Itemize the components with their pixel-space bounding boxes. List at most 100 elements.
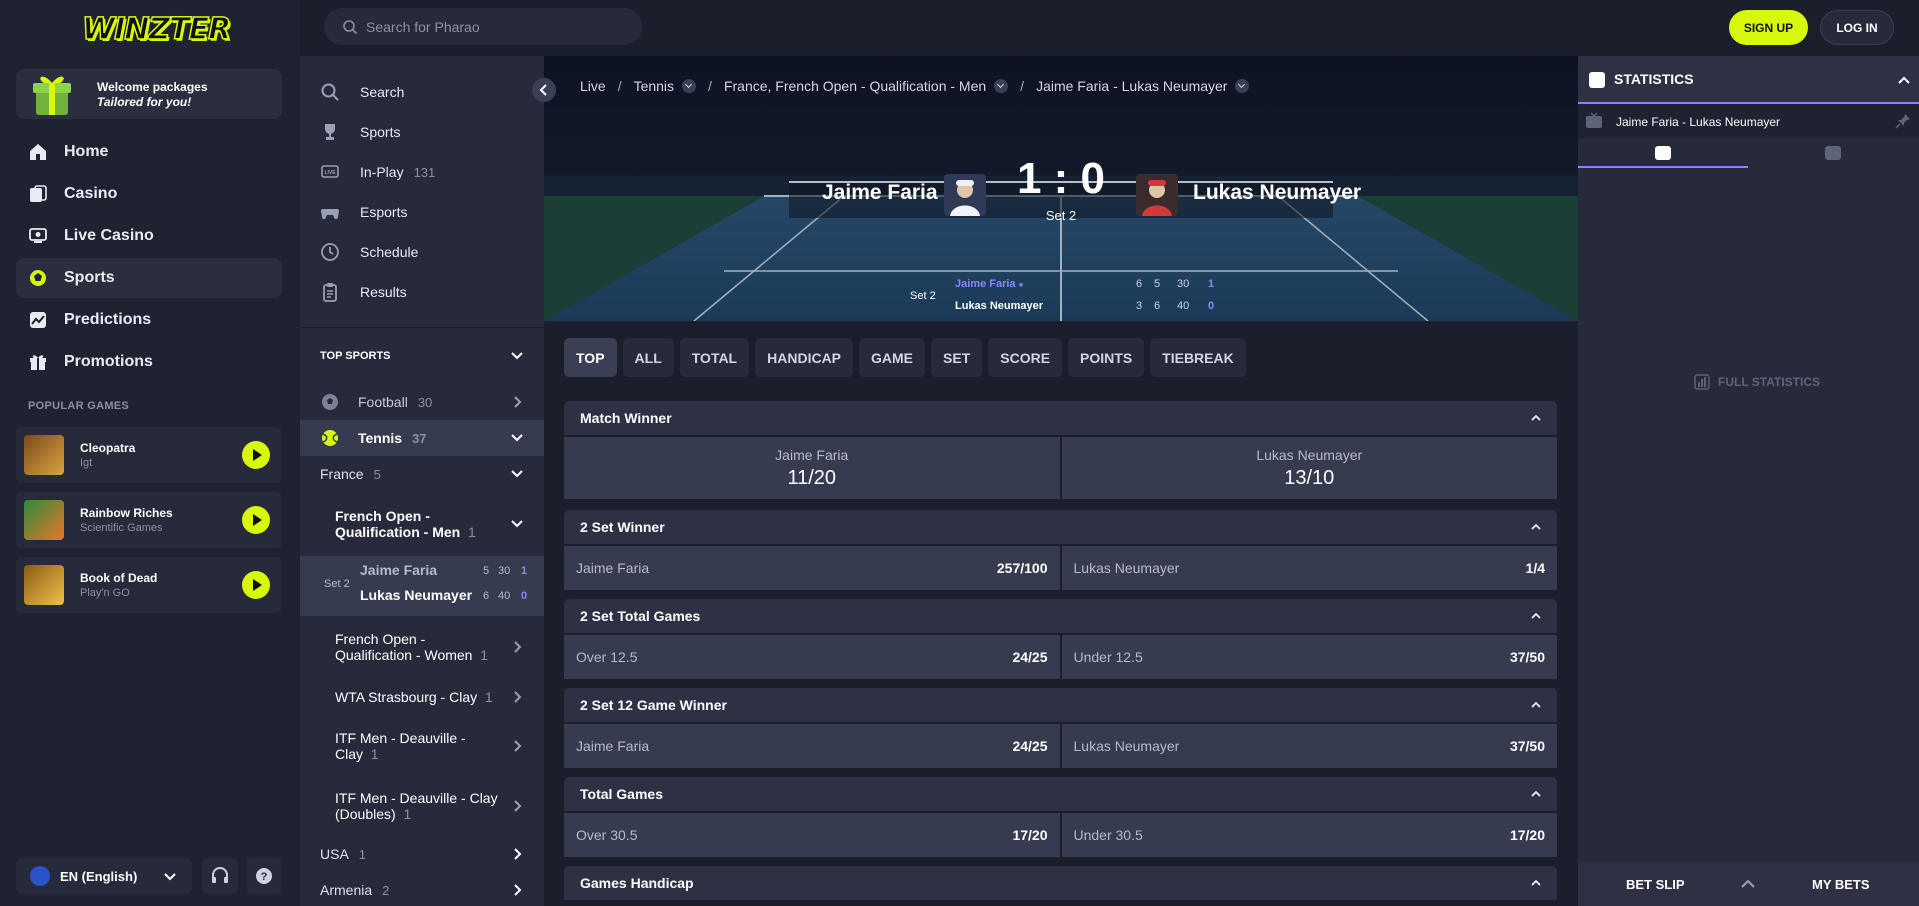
market-row: Jaime Faria 11/20 Lukas Neumayer 13/10 — [564, 437, 1557, 499]
odds-button[interactable]: Lukas Neumayer 37/50 — [1061, 724, 1557, 768]
play-button[interactable] — [242, 506, 270, 534]
live-match-item[interactable]: Set 2 Jaime Faria Lukas Neumayer 5 30 1 … — [300, 556, 544, 616]
market-header[interactable]: 2 Set Winner — [564, 510, 1557, 544]
global-search[interactable] — [324, 8, 642, 45]
odds-button[interactable]: Jaime Faria 257/100 — [564, 546, 1060, 590]
bet-slip-tab[interactable]: BET SLIP — [1626, 877, 1685, 892]
odds-button[interactable]: Over 12.5 24/25 — [564, 635, 1060, 679]
my-bets-tab[interactable]: MY BETS — [1812, 877, 1870, 892]
play-button[interactable] — [242, 441, 270, 469]
odds-button[interactable]: Lukas Neumayer 1/4 — [1061, 546, 1557, 590]
tab-all[interactable]: ALL — [622, 338, 674, 377]
nav-predictions[interactable]: Predictions — [16, 300, 282, 340]
tab-tiebreak[interactable]: TIEBREAK — [1150, 338, 1246, 377]
sidebar-item-search[interactable]: Search — [300, 72, 544, 112]
play-button[interactable] — [242, 571, 270, 599]
chevron-down-icon[interactable] — [1235, 79, 1250, 93]
nav-live-casino[interactable]: Live Casino — [16, 216, 282, 256]
chevron-down-icon — [511, 520, 523, 528]
sidebar-item-usa[interactable]: USA 1 — [300, 836, 544, 872]
live-match-score: 0 — [521, 590, 528, 602]
live-casino-icon — [29, 228, 47, 243]
breadcrumb-tournament[interactable]: France, French Open - Qualification - Me… — [724, 78, 986, 94]
chevron-up-icon[interactable] — [1740, 876, 1756, 892]
market-header[interactable]: 2 Set 12 Game Winner — [564, 688, 1557, 722]
tab-game[interactable]: GAME — [859, 338, 926, 377]
logo[interactable]: WINZTER — [81, 8, 232, 50]
chevron-down-icon[interactable] — [994, 79, 1009, 93]
chevron-right-icon — [514, 691, 522, 703]
tab-live-stats[interactable] — [1578, 138, 1748, 168]
sidebar-item-label: Schedule — [360, 244, 419, 260]
selection-name: Under 12.5 — [1073, 649, 1143, 665]
welcome-promo-card[interactable]: Welcome packages Tailored for you! — [16, 69, 282, 119]
odds-button[interactable]: Jaime Faria 11/20 — [564, 437, 1060, 499]
sidebar-item-sports[interactable]: Sports — [300, 112, 544, 152]
tab-handicap[interactable]: HANDICAP — [755, 338, 854, 377]
search-input[interactable] — [366, 8, 626, 45]
odds-button[interactable]: Lukas Neumayer 13/10 — [1061, 437, 1557, 499]
top-sports-header[interactable]: TOP SPORTS — [300, 328, 544, 384]
odds-button[interactable]: Jaime Faria 24/25 — [564, 724, 1060, 768]
game-card-rainbow-riches[interactable]: Rainbow Riches Scientific Games — [16, 492, 282, 548]
home-icon — [30, 144, 46, 160]
tab-set[interactable]: SET — [931, 338, 983, 377]
nav-casino[interactable]: Casino — [16, 174, 282, 214]
tab-total[interactable]: TOTAL — [679, 338, 750, 377]
chevron-up-icon — [1531, 523, 1541, 530]
login-button[interactable]: LOG IN — [1820, 10, 1894, 45]
odds-button[interactable]: Over 30.5 17/20 — [564, 813, 1060, 857]
tab-chart-stats[interactable] — [1748, 138, 1918, 168]
game-card-book-of-dead[interactable]: Book of Dead Play'n GO — [16, 557, 282, 613]
market-2-set-total-games: 2 Set Total Games Over 12.5 24/25 Under … — [564, 599, 1557, 679]
tournament-wta-strasbourg[interactable]: WTA Strasbourg - Clay 1 — [300, 678, 544, 716]
live-match-score: 40 — [498, 590, 511, 602]
sidebar-item-label: In-Play — [360, 164, 404, 180]
collapse-sidebar-button[interactable] — [532, 78, 556, 102]
sidebar-item-in-play[interactable]: LIVE In-Play 131 — [300, 152, 544, 192]
breadcrumb-live[interactable]: Live — [580, 78, 606, 94]
game-name: Book of Dead — [80, 571, 158, 585]
pin-icon[interactable] — [1895, 113, 1911, 129]
help-button[interactable]: ? — [246, 858, 282, 894]
sidebar-item-esports[interactable]: Esports — [300, 192, 544, 232]
tab-top[interactable]: TOP — [564, 338, 617, 377]
nav-sports[interactable]: Sports — [16, 258, 282, 298]
odds-button[interactable]: Under 30.5 17/20 — [1061, 813, 1557, 857]
tab-score[interactable]: SCORE — [988, 338, 1063, 377]
breadcrumb-tennis[interactable]: Tennis — [634, 78, 674, 94]
nav-home[interactable]: Home — [16, 132, 282, 172]
search-icon — [321, 83, 339, 101]
sidebar-item-results[interactable]: Results — [300, 272, 544, 312]
score-cell: 1 — [1208, 278, 1215, 290]
chevron-down-icon[interactable] — [682, 79, 697, 93]
player-avatar-icon — [1142, 180, 1172, 216]
full-statistics-link[interactable]: FULL STATISTICS — [1694, 374, 1820, 390]
tournament-itf-deauville-doubles[interactable]: ITF Men - Deauville - Clay (Doubles) 1 — [300, 776, 544, 836]
odds-button[interactable]: Under 12.5 37/50 — [1061, 635, 1557, 679]
svg-text:LIVE: LIVE — [324, 170, 336, 176]
sidebar-item-armenia[interactable]: Armenia 2 — [300, 872, 544, 906]
sidebar-item-schedule[interactable]: Schedule — [300, 232, 544, 272]
language-selector[interactable]: EN (English) — [16, 858, 192, 894]
sidebar-item-france[interactable]: France 5 — [300, 456, 544, 492]
market-header[interactable]: Match Winner — [564, 401, 1557, 435]
tab-points[interactable]: POINTS — [1068, 338, 1145, 377]
market-2-set-12-game-winner: 2 Set 12 Game Winner Jaime Faria 24/25 L… — [564, 688, 1557, 768]
tournament-french-open-men[interactable]: French Open - Qualification - Men 1 — [300, 492, 544, 556]
sidebar-item-tennis[interactable]: Tennis 37 — [300, 420, 544, 456]
tournament-french-open-women[interactable]: French Open - Qualification - Women 1 — [300, 616, 544, 678]
market-header[interactable]: Total Games — [564, 777, 1557, 811]
game-card-cleopatra[interactable]: Cleopatra Igt — [16, 427, 282, 483]
breadcrumb-match[interactable]: Jaime Faria - Lukas Neumayer — [1036, 78, 1227, 94]
promo-subtitle: Tailored for you! — [97, 95, 192, 109]
market-header[interactable]: Games Handicap — [564, 866, 1557, 900]
market-header[interactable]: 2 Set Total Games — [564, 599, 1557, 633]
sidebar-item-football[interactable]: Football 30 — [300, 384, 544, 420]
tournament-itf-deauville[interactable]: ITF Men - Deauville - Clay 1 — [300, 716, 544, 776]
statistics-header[interactable]: STATISTICS — [1578, 56, 1919, 104]
nav-promotions[interactable]: Promotions — [16, 342, 282, 382]
support-button[interactable] — [202, 858, 238, 894]
market-row: Jaime Faria 24/25 Lukas Neumayer 37/50 — [564, 724, 1557, 768]
signup-button[interactable]: SIGN UP — [1729, 10, 1808, 45]
